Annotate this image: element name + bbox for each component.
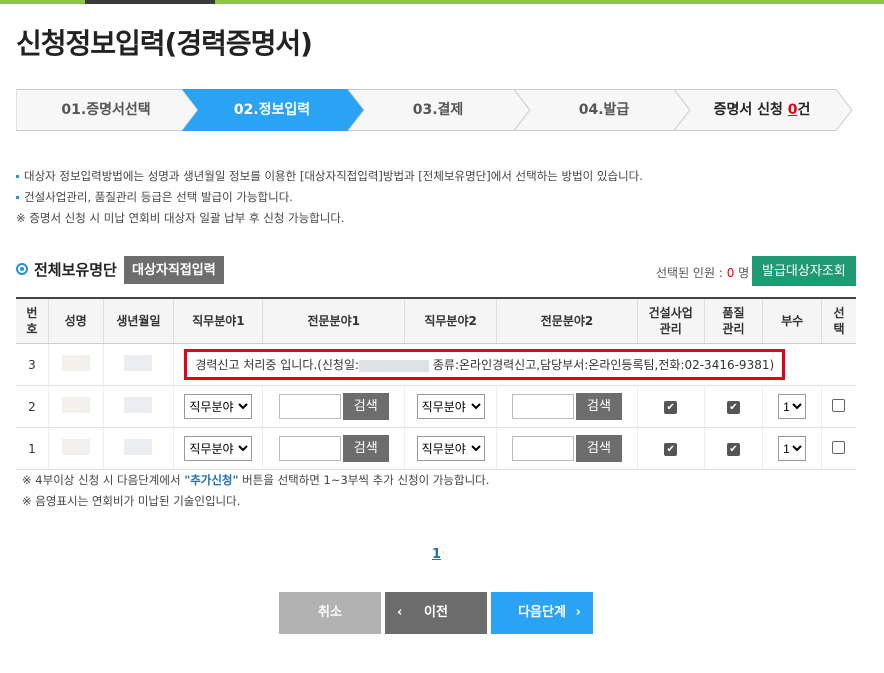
- row-name-masked: [48, 343, 104, 386]
- spec2-search-button[interactable]: 검색: [575, 435, 622, 462]
- select-checkbox[interactable]: [832, 398, 846, 412]
- field1-select[interactable]: 직무분야: [184, 394, 253, 419]
- note-3: ※ 증명서 신청 시 미납 연회비 대상자 일괄 납부 후 신청 가능합니다.: [16, 211, 345, 225]
- header-copies: 부수: [762, 297, 822, 344]
- prev-button[interactable]: ‹ 이전: [385, 592, 487, 634]
- qc-checkbox[interactable]: ✔: [726, 401, 740, 414]
- cm-checkbox[interactable]: ✔: [664, 443, 678, 456]
- field2-select[interactable]: 직무분야: [416, 436, 485, 461]
- spec2-search-button[interactable]: 검색: [575, 393, 622, 420]
- page-title: 신청정보입력(경력증명서): [16, 27, 313, 60]
- spec1-input[interactable]: [278, 436, 341, 461]
- info-notes: 대상자 정보입력방법에는 성명과 생년월일 정보를 이용한 [대상자직접입력]방…: [16, 166, 643, 229]
- footnotes: ※ 4부이상 신청 시 다음단계에서 "추가신청" 버튼을 선택하면 1~3부씩…: [22, 470, 489, 512]
- section-header: 전체보유명단 대상자직접입력 선택된 인원 : 0 명 발급대상자조회: [16, 255, 856, 286]
- header-cm: 건설사업관리: [637, 297, 705, 344]
- spec1-input[interactable]: [278, 394, 341, 419]
- page-link-1[interactable]: 1: [432, 547, 441, 562]
- selected-count: 선택된 인원 : 0 명: [656, 266, 750, 280]
- cm-checkbox[interactable]: ✔: [664, 401, 678, 414]
- step-2: 02.정보입력: [182, 89, 364, 131]
- row-name-masked: [48, 385, 104, 428]
- note-2: 건설사업관리, 품질관리 등급은 선택 발급이 가능합니다.: [16, 187, 643, 208]
- row-name-masked: [48, 427, 104, 470]
- copies-select[interactable]: 1: [778, 394, 807, 419]
- processing-notice-cell: 경력신고 처리중 입니다.(신청일: 종류:온라인경력신고,담당부서:온라인등록…: [173, 343, 856, 386]
- cert-summary: 증명서 신청 0건: [674, 89, 853, 131]
- radio-selected-icon[interactable]: [16, 263, 28, 275]
- note-1: 대상자 정보입력방법에는 성명과 생년월일 정보를 이용한 [대상자직접입력]방…: [16, 166, 643, 187]
- cert-count: 0: [787, 102, 798, 118]
- lookup-target-button[interactable]: 발급대상자조회: [752, 256, 856, 286]
- qc-checkbox[interactable]: ✔: [726, 443, 740, 456]
- step-3: 03.결제: [348, 89, 531, 131]
- row-no: 1: [16, 427, 49, 470]
- header-select: 선택: [821, 297, 856, 344]
- header-spec1: 전문분야1: [262, 297, 406, 344]
- table-row: 1 직무분야 검색 직무분야 검색 ✔ ✔ 1: [16, 427, 856, 470]
- chevron-left-icon: ‹: [397, 605, 403, 620]
- table-row: 3 경력신고 처리중 입니다.(신청일: 종류:온라인경력신고,담당부서:온라인…: [16, 343, 856, 386]
- spec1-search-button[interactable]: 검색: [342, 435, 389, 462]
- row-birth-masked: [103, 343, 175, 386]
- spec1-search-button[interactable]: 검색: [342, 393, 389, 420]
- next-button[interactable]: 다음단계 ›: [491, 592, 593, 634]
- header-birth: 생년월일: [103, 297, 175, 344]
- spec2-input[interactable]: [511, 436, 574, 461]
- step-1: 01.증명서선택: [16, 89, 199, 131]
- section-title: 전체보유명단: [34, 261, 117, 279]
- header-field2: 직무분야2: [404, 297, 498, 344]
- header-spec2: 전문분야2: [496, 297, 638, 344]
- footnote-1: ※ 4부이상 신청 시 다음단계에서 "추가신청" 버튼을 선택하면 1~3부씩…: [22, 473, 490, 487]
- row-birth-masked: [103, 385, 175, 428]
- step-4: 04.발급: [514, 89, 697, 131]
- member-table: 번호 성명 생년월일 직무분야1 전문분야1 직무분야2 전문분야2 건설사업관…: [16, 297, 856, 470]
- copies-select[interactable]: 1: [778, 436, 807, 461]
- cancel-button[interactable]: 취소: [279, 592, 381, 634]
- chevron-right-icon: ›: [575, 605, 581, 620]
- processing-notice: 경력신고 처리중 입니다.(신청일: 종류:온라인경력신고,담당부서:온라인등록…: [184, 349, 786, 380]
- table-row: 2 직무분야 검색 직무분야 검색 ✔ ✔ 1: [16, 385, 856, 428]
- top-accent-bar: [0, 0, 884, 4]
- footnote-2: ※ 음영표시는 연회비가 미납된 기술인입니다.: [22, 494, 241, 508]
- field2-select[interactable]: 직무분야: [416, 394, 485, 419]
- step-indicator: 01.증명서선택 02.정보입력 03.결제 04.발급 증명서 신청 0건: [16, 89, 853, 131]
- header-field1: 직무분야1: [173, 297, 264, 344]
- direct-input-button[interactable]: 대상자직접입력: [124, 256, 224, 284]
- field1-select[interactable]: 직무분야: [184, 436, 253, 461]
- header-qc: 품질관리: [704, 297, 764, 344]
- header-no: 번호: [16, 297, 49, 344]
- row-birth-masked: [103, 427, 175, 470]
- spec2-input[interactable]: [511, 394, 574, 419]
- row-no: 3: [16, 343, 49, 386]
- header-name: 성명: [48, 297, 104, 344]
- row-no: 2: [16, 385, 49, 428]
- select-checkbox[interactable]: [832, 440, 846, 454]
